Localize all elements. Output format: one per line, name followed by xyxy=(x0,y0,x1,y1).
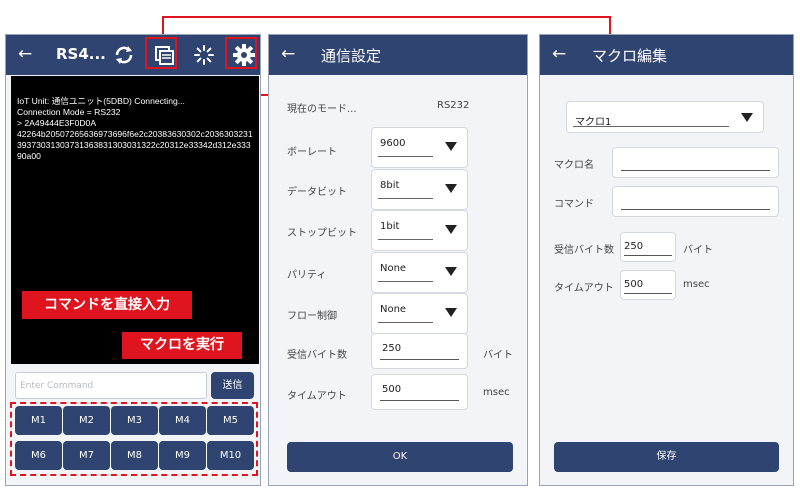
callout-command: コマンドを直接入力 xyxy=(22,291,192,319)
macro-edit-screen: ← マクロ編集 マクロ1 マクロ名 コマンド 受信バイト数 250 バイト タイ… xyxy=(539,34,794,486)
timeout-unit: msec xyxy=(683,279,710,290)
highlight-gear xyxy=(225,37,257,69)
macro-select[interactable]: マクロ1 xyxy=(566,101,764,133)
macro-edit-header: ← マクロ編集 xyxy=(540,35,793,75)
save-button[interactable]: 保存 xyxy=(554,442,779,472)
back-arrow-icon[interactable]: ← xyxy=(281,44,295,64)
baud-value: 9600 xyxy=(380,138,406,149)
databit-select[interactable]: 8bit xyxy=(371,169,468,210)
settings-header: ← 通信設定 xyxy=(269,35,527,75)
terminal-header: ← RS4... xyxy=(6,35,260,75)
macro-button-m5[interactable]: M5 xyxy=(207,406,254,435)
page-title: 通信設定 xyxy=(321,47,382,65)
macro-name-label: マクロ名 xyxy=(554,160,594,171)
macro-button-m7[interactable]: M7 xyxy=(63,441,110,470)
recv-bytes-label: 受信バイト数 xyxy=(554,245,614,256)
dropdown-arrow-icon xyxy=(445,267,457,276)
back-arrow-icon[interactable]: ← xyxy=(552,44,566,64)
macro-button-m6[interactable]: M6 xyxy=(15,441,62,470)
terminal-output: IoT Unit: 通信ユニット(5DBD) Connecting... Con… xyxy=(11,76,259,364)
terminal-line: > 2A49444E3F0D0A xyxy=(17,118,97,128)
dropdown-arrow-icon xyxy=(445,308,457,317)
back-arrow-icon[interactable]: ← xyxy=(18,44,32,64)
stopbit-select[interactable]: 1bit xyxy=(371,210,468,251)
stopbit-label: ストップビット xyxy=(287,228,357,239)
macro-button-m2[interactable]: M2 xyxy=(63,406,110,435)
underline xyxy=(624,293,672,294)
underline xyxy=(380,359,459,360)
underline xyxy=(621,209,770,210)
recv-bytes-input[interactable]: 250 xyxy=(371,333,468,369)
dropdown-arrow-icon xyxy=(445,184,457,193)
recv-bytes-value: 250 xyxy=(382,343,402,354)
timeout-input[interactable]: 500 xyxy=(620,270,676,300)
parity-value: None xyxy=(380,263,407,274)
underline xyxy=(378,281,433,282)
parity-label: パリティ xyxy=(287,270,327,281)
terminal-line: 42264b20507265636973696f6e2c20383630302c… xyxy=(17,129,253,161)
underline xyxy=(573,126,729,127)
macro-command-input[interactable] xyxy=(612,186,779,217)
underline xyxy=(378,239,433,240)
underline xyxy=(378,156,433,157)
mode-label: 現在のモード... xyxy=(287,104,357,115)
recv-bytes-unit: バイト xyxy=(683,245,713,256)
macro-button-m3[interactable]: M3 xyxy=(111,406,158,435)
page-title: マクロ編集 xyxy=(592,47,668,65)
callout-macro: マクロを実行 xyxy=(122,332,242,359)
recv-bytes-label: 受信バイト数 xyxy=(287,350,347,361)
timeout-unit: msec xyxy=(483,387,510,398)
timeout-label: タイムアウト xyxy=(554,283,614,294)
timeout-input[interactable]: 500 xyxy=(371,374,468,410)
recv-bytes-value: 250 xyxy=(624,241,644,252)
dropdown-arrow-icon xyxy=(445,225,457,234)
dropdown-arrow-icon xyxy=(445,142,457,151)
dropdown-arrow-icon xyxy=(741,113,753,122)
macro-button-m9[interactable]: M9 xyxy=(159,441,206,470)
mode-value: RS232 xyxy=(437,100,470,111)
recv-bytes-input[interactable]: 250 xyxy=(620,232,676,262)
underline xyxy=(380,400,459,401)
flow-label: フロー制御 xyxy=(287,311,337,322)
highlight-copy-macro xyxy=(145,37,177,69)
underline xyxy=(378,322,433,323)
databit-label: データビット xyxy=(287,187,347,198)
refresh-icon[interactable] xyxy=(112,43,136,67)
macro-button-m1[interactable]: M1 xyxy=(15,406,62,435)
timeout-label: タイムアウト xyxy=(287,391,347,402)
underline xyxy=(624,255,672,256)
device-title: RS4... xyxy=(56,45,106,63)
timeout-value: 500 xyxy=(382,384,402,395)
terminal-line: Connection Mode = RS232 xyxy=(17,107,121,117)
macro-button-m8[interactable]: M8 xyxy=(111,441,158,470)
comm-settings-screen: ← 通信設定 現在のモード... RS232 ボーレート 9600 データビット… xyxy=(268,34,528,486)
macro-command-label: コマンド xyxy=(554,199,594,210)
flow-select[interactable]: None xyxy=(371,293,468,334)
underline xyxy=(378,198,433,199)
ok-button[interactable]: OK xyxy=(287,442,513,472)
baud-select[interactable]: 9600 xyxy=(371,127,468,168)
underline xyxy=(621,170,770,171)
flow-value: None xyxy=(380,304,407,315)
stopbit-value: 1bit xyxy=(380,221,400,232)
command-input[interactable]: Enter Command xyxy=(15,372,207,399)
macro-name-input[interactable] xyxy=(612,147,779,178)
send-button[interactable]: 送信 xyxy=(211,372,254,399)
parity-select[interactable]: None xyxy=(371,252,468,293)
timeout-value: 500 xyxy=(624,279,644,290)
terminal-line: IoT Unit: 通信ユニット(5DBD) Connecting... xyxy=(17,96,185,106)
databit-value: 8bit xyxy=(380,180,400,191)
baud-label: ボーレート xyxy=(287,147,337,158)
recv-bytes-unit: バイト xyxy=(483,350,513,361)
loading-icon xyxy=(192,43,216,67)
macro-button-m4[interactable]: M4 xyxy=(159,406,206,435)
macro-button-m10[interactable]: M10 xyxy=(207,441,254,470)
